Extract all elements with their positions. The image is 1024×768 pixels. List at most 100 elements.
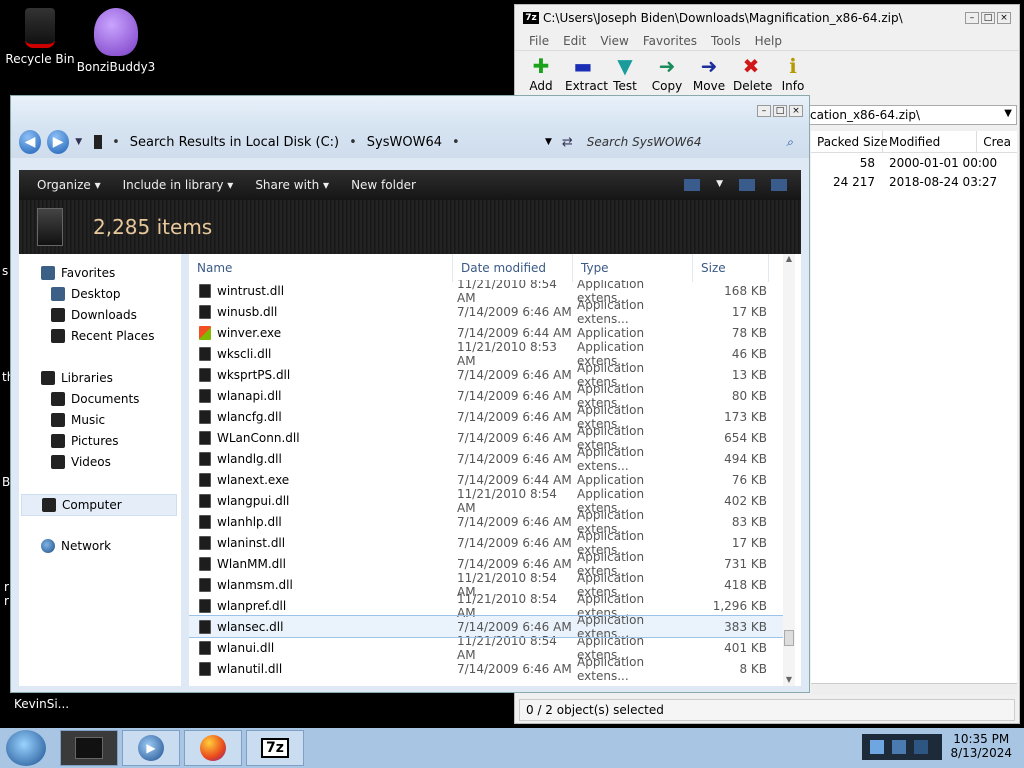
search-box[interactable]: Search SysWOW64 ⌕ bbox=[579, 130, 801, 154]
vertical-scrollbar[interactable]: ▲ ▼ bbox=[783, 254, 795, 686]
menu-view[interactable]: View bbox=[600, 34, 628, 48]
nav-favorites[interactable]: Favorites bbox=[41, 266, 115, 280]
file-row[interactable]: wlanutil.dll 7/14/2009 6:46 AM Application… bbox=[189, 655, 787, 682]
file-row[interactable]: wksprtPS.dll 7/14/2009 6:46 AM Application… bbox=[189, 361, 787, 389]
nav-recent-places[interactable]: Recent Places bbox=[51, 329, 154, 343]
column-type[interactable]: Type bbox=[573, 254, 693, 282]
column-size[interactable]: Size bbox=[693, 254, 769, 282]
menu-tools[interactable]: Tools bbox=[711, 34, 741, 48]
address-bar[interactable]: • Search Results in Local Disk (C:) • Sy… bbox=[94, 129, 573, 155]
file-row[interactable]: winusb.dll 7/14/2009 6:46 AM Application e… bbox=[189, 298, 787, 326]
history-dropdown-icon[interactable]: ▼ bbox=[75, 137, 82, 147]
taskbar-explorer[interactable] bbox=[60, 730, 118, 766]
search-icon[interactable]: ⌕ bbox=[786, 135, 793, 150]
file-row[interactable]: WLanConn.dll 7/14/2009 6:46 AM Application… bbox=[189, 424, 787, 452]
nav-videos[interactable]: Videos bbox=[51, 455, 111, 469]
file-name: wintrust.dll bbox=[189, 283, 453, 298]
include-in-library-button[interactable]: Include in library ▾ bbox=[123, 178, 234, 192]
chevron-down-icon[interactable]: ▼ bbox=[716, 179, 723, 191]
file-size: 494 KB bbox=[724, 451, 767, 466]
nav-network[interactable]: Network bbox=[41, 539, 111, 553]
menu-help[interactable]: Help bbox=[755, 34, 782, 48]
desktop-icon-bonzibuddy[interactable]: BonziBuddy3 bbox=[76, 8, 156, 74]
sevenzip-path-field[interactable]: cation_x86-64.zip\ ▼ bbox=[805, 105, 1017, 125]
taskbar-media-player[interactable]: ▶ bbox=[122, 730, 180, 766]
new-folder-button[interactable]: New folder bbox=[351, 178, 416, 192]
horizontal-scrollbar[interactable] bbox=[811, 683, 1017, 695]
chevron-down-icon[interactable]: ▼ bbox=[1004, 108, 1012, 119]
file-name: wlangpui.dll bbox=[189, 493, 453, 508]
scrollbar-thumb[interactable] bbox=[784, 630, 794, 646]
nav-pictures[interactable]: Pictures bbox=[51, 434, 119, 448]
nav-music[interactable]: Music bbox=[51, 413, 105, 427]
organize-button[interactable]: Organize ▾ bbox=[37, 178, 101, 192]
minimize-button[interactable]: – bbox=[965, 12, 979, 24]
column-date-modified[interactable]: Date modified bbox=[453, 254, 573, 282]
share-with-button[interactable]: Share with ▾ bbox=[255, 178, 329, 192]
file-row[interactable]: wlancfg.dll 7/14/2009 6:46 AM Application … bbox=[189, 403, 787, 431]
sevenzip-toolbar: ✚ Add ▬ Extract ▼ Test ➜ Copy ➜ Move ✖ Delete … bbox=[515, 51, 1019, 101]
taskbar-firefox[interactable] bbox=[184, 730, 242, 766]
taskbar-7zip[interactable]: 7z bbox=[246, 730, 304, 766]
file-name-text: wintrust.dll bbox=[217, 283, 285, 298]
close-button[interactable]: × bbox=[997, 12, 1011, 24]
desktop-icon-recycle-bin[interactable]: Recycle Bin bbox=[0, 8, 80, 66]
address-dropdown-icon[interactable]: ▼ bbox=[545, 137, 552, 147]
scroll-down-icon[interactable]: ▼ bbox=[783, 675, 795, 684]
file-name-text: wlanhlp.dll bbox=[217, 514, 282, 529]
desktop-icon-kevinsi[interactable]: KevinSi... bbox=[14, 697, 69, 711]
info-icon: ℹ bbox=[789, 54, 797, 78]
nav-libraries[interactable]: Libraries bbox=[41, 371, 113, 385]
file-type: Application extens... bbox=[577, 297, 645, 326]
file-name: winver.exe bbox=[189, 325, 453, 340]
column-created[interactable]: Crea bbox=[977, 131, 1017, 152]
clock[interactable]: 10:35 PM 8/13/2024 bbox=[950, 732, 1012, 760]
maximize-button[interactable]: □ bbox=[981, 12, 995, 24]
desktop-icon-label: Recycle Bin bbox=[5, 52, 75, 66]
desktop-edge-text: r bbox=[4, 580, 9, 594]
file-row[interactable]: wlanpref.dll 11/21/2010 8:54 AM Applicatio… bbox=[189, 592, 787, 620]
file-row[interactable]: wlandlg.dll 7/14/2009 6:46 AM Application … bbox=[189, 445, 787, 473]
list-item[interactable]: 24 217 2018-08-24 03:27 bbox=[811, 172, 1017, 191]
file-row[interactable]: wkscli.dll 11/21/2010 8:53 AM Application … bbox=[189, 340, 787, 368]
column-modified[interactable]: Modified bbox=[883, 131, 978, 152]
nav-documents[interactable]: Documents bbox=[51, 392, 139, 406]
menu-file[interactable]: File bbox=[529, 34, 549, 48]
list-item[interactable]: 58 2000-01-01 00:00 bbox=[811, 153, 1017, 172]
help-icon[interactable] bbox=[771, 179, 787, 191]
file-name-text: wlanext.exe bbox=[217, 472, 290, 487]
nav-desktop[interactable]: Desktop bbox=[51, 287, 121, 301]
column-name[interactable]: Name bbox=[189, 254, 453, 282]
tool-label: Delete bbox=[733, 79, 773, 93]
close-button[interactable]: × bbox=[789, 105, 803, 117]
nav-downloads[interactable]: Downloads bbox=[51, 308, 137, 322]
back-button[interactable]: ◀ bbox=[19, 130, 42, 154]
breadcrumb-syswow64[interactable]: SysWOW64 bbox=[367, 135, 442, 150]
maximize-button[interactable]: □ bbox=[773, 105, 787, 117]
start-button[interactable] bbox=[6, 730, 46, 766]
file-row[interactable]: wlanapi.dll 7/14/2009 6:46 AM Application … bbox=[189, 382, 787, 410]
file-row[interactable]: wlaninst.dll 7/14/2009 6:46 AM Application… bbox=[189, 529, 787, 557]
search-input[interactable]: Search SysWOW64 bbox=[587, 135, 702, 149]
preview-pane-icon[interactable] bbox=[739, 179, 755, 191]
menu-edit[interactable]: Edit bbox=[563, 34, 586, 48]
desktop-edge-text: B bbox=[2, 475, 11, 489]
scroll-up-icon[interactable]: ▲ bbox=[783, 254, 795, 263]
system-tray[interactable] bbox=[862, 734, 942, 760]
breadcrumb-search-results[interactable]: Search Results in Local Disk (C:) bbox=[130, 135, 339, 150]
file-size: 83 KB bbox=[731, 514, 767, 529]
tray-icon bbox=[870, 740, 884, 754]
forward-button[interactable]: ▶ bbox=[47, 130, 70, 154]
refresh-icon[interactable]: ⇄ bbox=[562, 135, 573, 150]
status-bar: 0 / 2 object(s) selected bbox=[519, 699, 1015, 721]
view-options-icon[interactable] bbox=[684, 179, 701, 191]
nav-computer[interactable]: Computer bbox=[21, 494, 177, 516]
file-row[interactable]: wlanhlp.dll 7/14/2009 6:46 AM Application … bbox=[189, 508, 787, 536]
file-size: 418 KB bbox=[724, 577, 767, 592]
file-row[interactable]: wlanui.dll 11/21/2010 8:54 AM Application … bbox=[189, 634, 787, 662]
column-packed-size[interactable]: Packed Size bbox=[811, 131, 888, 152]
menu-favorites[interactable]: Favorites bbox=[643, 34, 697, 48]
file-row[interactable]: wintrust.dll 11/21/2010 8:54 AM Applicatio… bbox=[189, 280, 787, 305]
file-row[interactable]: wlangpui.dll 11/21/2010 8:54 AM Applicatio… bbox=[189, 487, 787, 515]
minimize-button[interactable]: – bbox=[757, 105, 771, 117]
